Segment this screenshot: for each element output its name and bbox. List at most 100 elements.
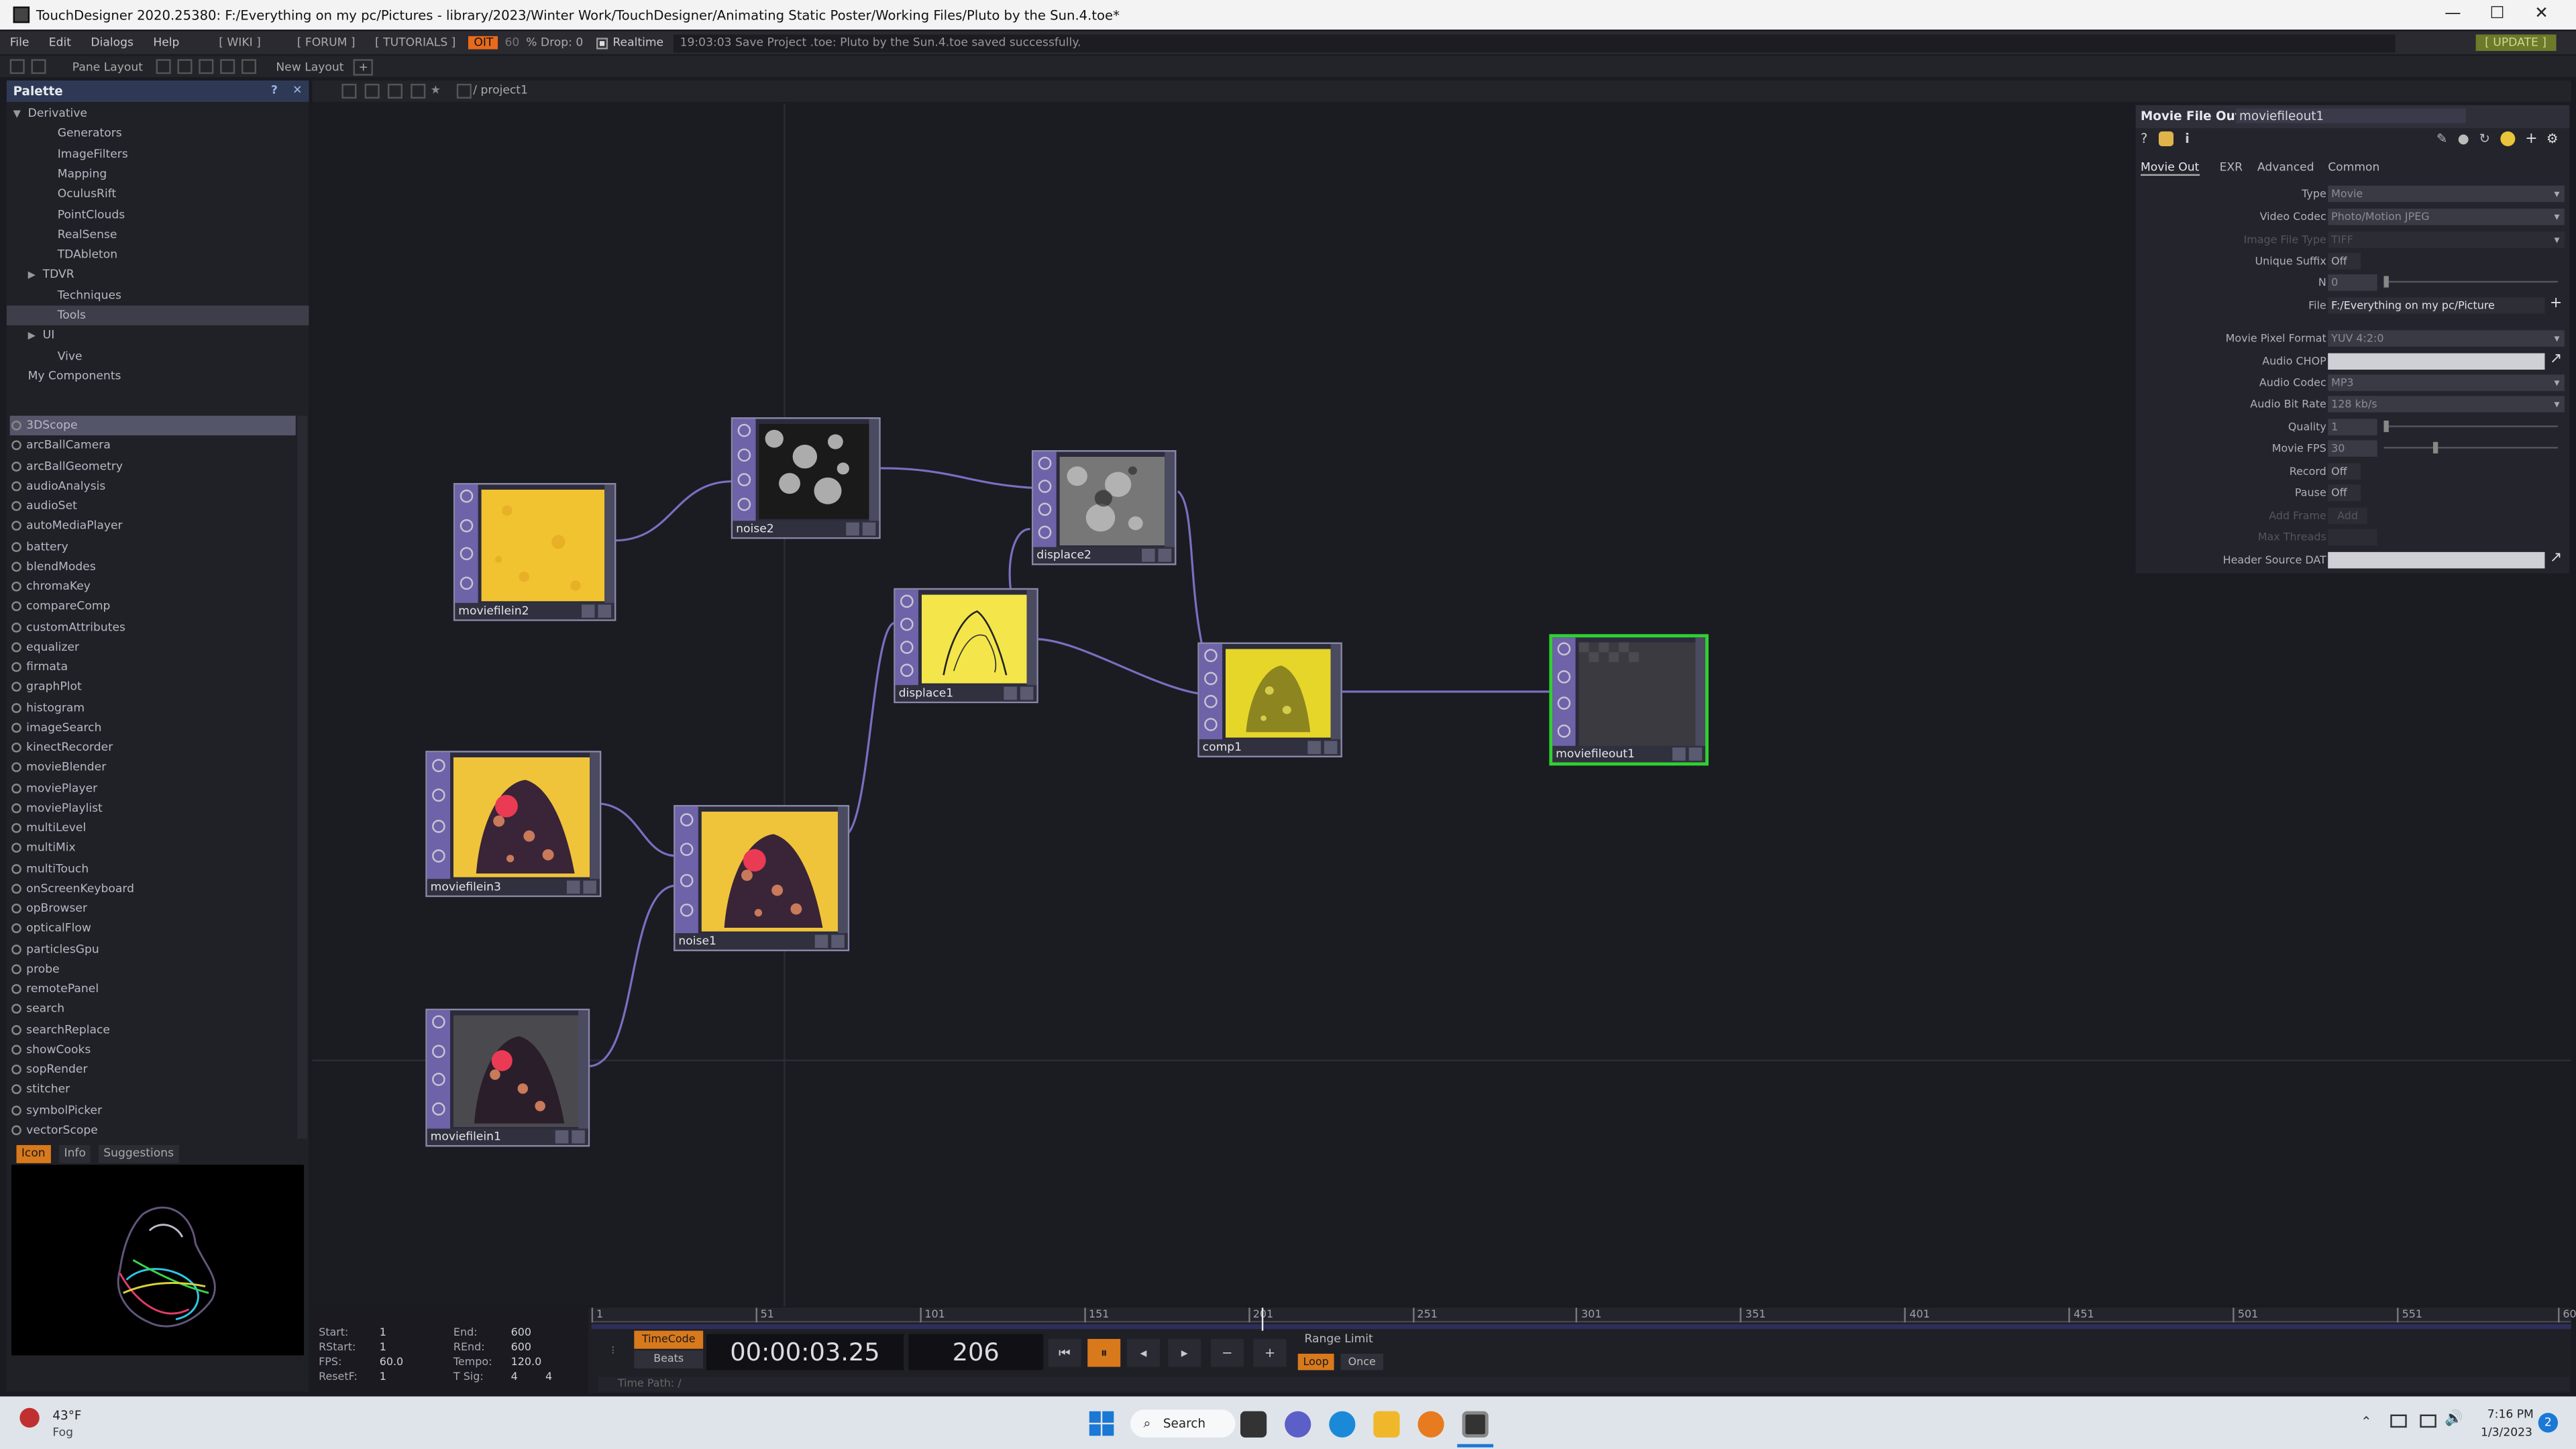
node-display-toggle-icon[interactable] — [1004, 686, 1017, 700]
range-bar[interactable] — [591, 1324, 2571, 1330]
component-item-chromakey[interactable]: chromaKey — [10, 577, 296, 596]
rstart-field[interactable]: 1 — [380, 1340, 386, 1354]
param-movie-pixel-format-dropdown[interactable]: YUV 4:2:0 — [2328, 330, 2565, 347]
node-output-connector[interactable] — [590, 752, 600, 896]
rend-field[interactable]: 600 — [511, 1340, 531, 1354]
tab-movie-out[interactable]: Movie Out — [2141, 160, 2200, 176]
param-pause-toggle[interactable]: Off — [2328, 484, 2361, 501]
param-audio-chop-field[interactable] — [2328, 353, 2545, 370]
node-display-toggle-icon[interactable] — [814, 934, 828, 949]
tutorials-link[interactable]: [ TUTORIALS ] — [368, 36, 462, 50]
param-quality-slider[interactable] — [2383, 420, 2559, 433]
bypass-flag-icon[interactable] — [1204, 694, 1218, 708]
component-item-vectorscope[interactable]: vectorScope — [10, 1120, 296, 1139]
cook-flag-icon[interactable] — [737, 448, 751, 462]
component-item-remotepanel[interactable]: remotePanel — [10, 979, 296, 999]
clock-date[interactable]: 1/3/2023 — [2481, 1426, 2532, 1440]
cook-icon[interactable] — [2500, 131, 2516, 146]
node-label[interactable]: comp1 — [1199, 739, 1341, 756]
node-output-connector[interactable] — [1695, 637, 1706, 763]
wiki-link[interactable]: [ WIKI ] — [212, 36, 267, 50]
node-render-toggle-icon[interactable] — [583, 880, 596, 894]
component-item-comparecomp[interactable]: compareComp — [10, 597, 296, 616]
node-moviefilein2[interactable]: moviefilein2 — [453, 483, 616, 621]
node-moviefilein3[interactable]: moviefilein3 — [425, 751, 602, 898]
viewer-flag-icon[interactable] — [1557, 643, 1571, 656]
slider-handle[interactable] — [2432, 441, 2438, 453]
bypass-flag-icon[interactable] — [432, 1073, 445, 1087]
node-flag-strip[interactable] — [733, 419, 756, 537]
touchdesigner-taskbar-icon[interactable] — [1462, 1411, 1489, 1438]
file-browse-icon[interactable]: + — [2550, 296, 2562, 314]
viewer-flag-icon[interactable] — [900, 594, 914, 608]
component-list-scrollbar[interactable] — [297, 415, 307, 1139]
node-display-toggle-icon[interactable] — [581, 604, 595, 618]
node-body[interactable]: noise1 — [674, 805, 850, 951]
step-back-button[interactable]: ◂ — [1127, 1338, 1160, 1367]
viewer-flag-icon[interactable] — [432, 758, 445, 772]
rewind-button[interactable]: ⏮ — [1048, 1338, 1081, 1367]
node-body[interactable]: comp1 — [1197, 642, 1342, 757]
node-moviefilein1[interactable]: moviefilein1 — [425, 1008, 590, 1147]
bypass-flag-icon[interactable] — [432, 819, 445, 833]
viewer-flag-icon[interactable] — [737, 423, 751, 437]
component-item-showcooks[interactable]: showCooks — [10, 1040, 296, 1059]
palette-help-button[interactable]: ? — [264, 82, 284, 100]
component-item-arcballcamera[interactable]: arcBallCamera — [10, 436, 296, 455]
node-noise1[interactable]: noise1 — [674, 805, 850, 951]
component-item-3dscope[interactable]: 3DScope — [9, 415, 296, 435]
node-flag-strip[interactable] — [675, 806, 698, 950]
viewer-flag-icon[interactable] — [680, 812, 694, 826]
component-item-equalizer[interactable]: equalizer — [10, 637, 296, 657]
tree-item-generators[interactable]: Generators — [7, 123, 122, 143]
component-item-stitcher[interactable]: stitcher — [10, 1080, 296, 1099]
viewer-flag-icon[interactable] — [1204, 648, 1218, 662]
node-flag-strip[interactable] — [455, 484, 478, 620]
component-item-movieplaylist[interactable]: moviePlaylist — [10, 798, 296, 818]
component-item-soprender[interactable]: sopRender — [10, 1060, 296, 1079]
param-movie-fps-slider[interactable] — [2383, 441, 2559, 453]
bypass-flag-icon[interactable] — [1557, 696, 1571, 710]
tree-item-mapping[interactable]: Mapping — [7, 164, 107, 184]
layout-2-icon[interactable] — [177, 59, 193, 74]
component-item-firmata[interactable]: firmata — [10, 657, 296, 677]
lock-flag-icon[interactable] — [680, 904, 694, 918]
viewer-flag-icon[interactable] — [460, 490, 474, 504]
node-body[interactable]: moviefilein2 — [453, 483, 616, 621]
lock-flag-icon[interactable] — [1557, 723, 1571, 737]
menu-help[interactable]: Help — [144, 36, 189, 50]
node-display-toggle-icon[interactable] — [555, 1130, 569, 1144]
param-video-codec-dropdown[interactable]: Photo/Motion JPEG — [2328, 209, 2565, 225]
windows-start-icon[interactable] — [1089, 1411, 1114, 1436]
notification-badge[interactable]: 2 — [2538, 1413, 2559, 1433]
info-icon[interactable]: i — [2185, 131, 2190, 146]
node-displace1[interactable]: displace1 — [894, 588, 1038, 704]
tree-arrow-icon[interactable]: ▶ — [28, 327, 43, 347]
timecode-display[interactable]: 00:00:03.25 — [706, 1334, 904, 1371]
viewer-flag-icon[interactable] — [1038, 456, 1052, 470]
menu-file[interactable]: File — [0, 36, 39, 50]
forum-link[interactable]: [ FORUM ] — [290, 36, 362, 50]
node-render-toggle-icon[interactable] — [1324, 741, 1338, 755]
tree-item-my-components[interactable]: My Components — [7, 366, 121, 386]
node-render-toggle-icon[interactable] — [1688, 747, 1703, 761]
tree-item-tdvr[interactable]: ▶ TDVR — [7, 265, 74, 284]
bypass-flag-icon[interactable] — [680, 873, 694, 887]
component-item-blendmodes[interactable]: blendModes — [10, 557, 296, 576]
tree-item-realsense[interactable]: RealSense — [7, 225, 117, 244]
tree-item-tdableton[interactable]: TDAbleton — [7, 245, 117, 264]
refresh-icon[interactable]: ↻ — [2479, 131, 2490, 146]
tree-item-pointclouds[interactable]: PointClouds — [7, 205, 125, 224]
timecode-toggle[interactable]: TimeCode — [634, 1330, 704, 1349]
cook-flag-icon[interactable] — [1557, 669, 1571, 684]
component-item-multimix[interactable]: multiMix — [10, 839, 296, 858]
node-render-toggle-icon[interactable] — [1020, 686, 1034, 700]
lock-flag-icon[interactable] — [900, 663, 914, 677]
tempo-field[interactable]: 120.0 — [511, 1355, 542, 1368]
param-file-field[interactable]: F:/Everything on my pc/Picture — [2328, 297, 2545, 314]
tray-display-icon[interactable] — [2390, 1414, 2407, 1428]
fps-field[interactable]: 60.0 — [380, 1355, 403, 1368]
weather-alert-icon[interactable] — [19, 1407, 40, 1428]
cook-flag-icon[interactable] — [900, 617, 914, 631]
frame-display[interactable]: 206 — [908, 1334, 1044, 1371]
